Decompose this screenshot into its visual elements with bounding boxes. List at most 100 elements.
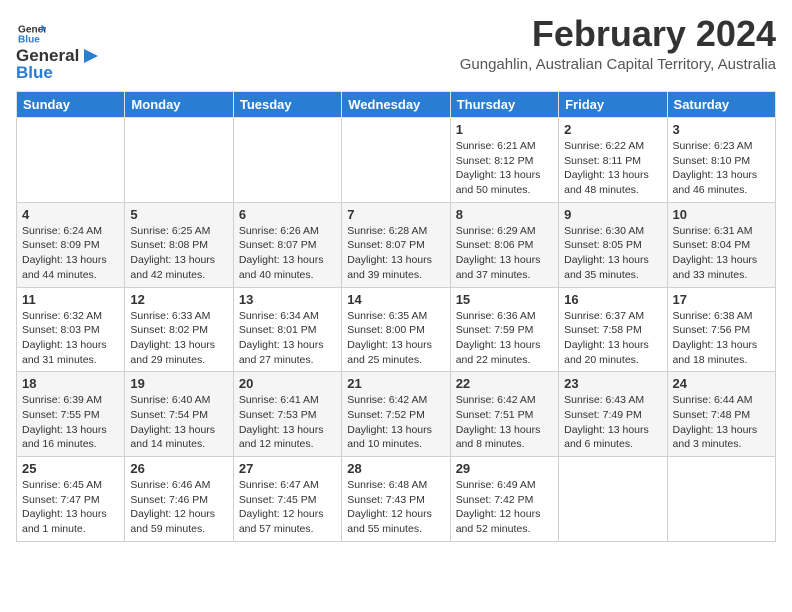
calendar-cell: 27 Sunrise: 6:47 AMSunset: 7:45 PMDayligh…	[233, 457, 341, 542]
day-info: Sunrise: 6:29 AMSunset: 8:06 PMDaylight:…	[456, 224, 553, 283]
day-info: Sunrise: 6:44 AMSunset: 7:48 PMDaylight:…	[673, 393, 770, 452]
day-number: 19	[130, 376, 227, 391]
calendar-cell: 11 Sunrise: 6:32 AMSunset: 8:03 PMDayligh…	[17, 287, 125, 372]
day-info: Sunrise: 6:38 AMSunset: 7:56 PMDaylight:…	[673, 309, 770, 368]
weekday-header-monday: Monday	[125, 92, 233, 118]
calendar-cell: 24 Sunrise: 6:44 AMSunset: 7:48 PMDayligh…	[667, 372, 775, 457]
calendar-cell: 29 Sunrise: 6:49 AMSunset: 7:42 PMDayligh…	[450, 457, 558, 542]
day-number: 28	[347, 461, 444, 476]
day-info: Sunrise: 6:41 AMSunset: 7:53 PMDaylight:…	[239, 393, 336, 452]
calendar-cell: 20Sunrise: 6:41 AMSunset: 7:53 PMDayligh…	[233, 372, 341, 457]
calendar-table: SundayMondayTuesdayWednesdayThursdayFrid…	[16, 91, 776, 542]
day-number: 14	[347, 292, 444, 307]
calendar-week-3: 11 Sunrise: 6:32 AMSunset: 8:03 PMDayligh…	[17, 287, 776, 372]
calendar-week-5: 25 Sunrise: 6:45 AMSunset: 7:47 PMDayligh…	[17, 457, 776, 542]
day-info: Sunrise: 6:23 AMSunset: 8:10 PMDaylight:…	[673, 139, 770, 198]
day-info: Sunrise: 6:31 AMSunset: 8:04 PMDaylight:…	[673, 224, 770, 283]
calendar-cell: 28 Sunrise: 6:48 AMSunset: 7:43 PMDayligh…	[342, 457, 450, 542]
day-info: Sunrise: 6:49 AMSunset: 7:42 PMDaylight:…	[456, 478, 553, 537]
day-info: Sunrise: 6:42 AMSunset: 7:51 PMDaylight:…	[456, 393, 553, 452]
day-info: Sunrise: 6:24 AMSunset: 8:09 PMDaylight:…	[22, 224, 119, 283]
day-number: 6	[239, 207, 336, 222]
calendar-week-1: 1Sunrise: 6:21 AMSunset: 8:12 PMDaylight…	[17, 118, 776, 203]
calendar-cell: 1Sunrise: 6:21 AMSunset: 8:12 PMDaylight…	[450, 118, 558, 203]
calendar-cell: 4 Sunrise: 6:24 AMSunset: 8:09 PMDaylight…	[17, 202, 125, 287]
day-number: 11	[22, 292, 119, 307]
calendar-cell: 2Sunrise: 6:22 AMSunset: 8:11 PMDaylight…	[559, 118, 667, 203]
day-info: Sunrise: 6:22 AMSunset: 8:11 PMDaylight:…	[564, 139, 661, 198]
day-info: Sunrise: 6:37 AMSunset: 7:58 PMDaylight:…	[564, 309, 661, 368]
month-title: February 2024	[460, 16, 776, 52]
day-number: 10	[673, 207, 770, 222]
location-subtitle: Gungahlin, Australian Capital Territory,…	[460, 56, 776, 73]
weekday-header-thursday: Thursday	[450, 92, 558, 118]
day-number: 13	[239, 292, 336, 307]
day-info: Sunrise: 6:25 AMSunset: 8:08 PMDaylight:…	[130, 224, 227, 283]
day-info: Sunrise: 6:32 AMSunset: 8:03 PMDaylight:…	[22, 309, 119, 368]
weekday-header-wednesday: Wednesday	[342, 92, 450, 118]
calendar-cell: 12 Sunrise: 6:33 AMSunset: 8:02 PMDayligh…	[125, 287, 233, 372]
day-number: 5	[130, 207, 227, 222]
day-number: 17	[673, 292, 770, 307]
calendar-cell: 7 Sunrise: 6:28 AMSunset: 8:07 PMDaylight…	[342, 202, 450, 287]
calendar-cell: 9Sunrise: 6:30 AMSunset: 8:05 PMDaylight…	[559, 202, 667, 287]
day-info: Sunrise: 6:46 AMSunset: 7:46 PMDaylight:…	[130, 478, 227, 537]
calendar-cell: 5 Sunrise: 6:25 AMSunset: 8:08 PMDaylight…	[125, 202, 233, 287]
calendar-body: 1Sunrise: 6:21 AMSunset: 8:12 PMDaylight…	[17, 118, 776, 542]
calendar-cell: 19 Sunrise: 6:40 AMSunset: 7:54 PMDayligh…	[125, 372, 233, 457]
calendar-cell: 3Sunrise: 6:23 AMSunset: 8:10 PMDaylight…	[667, 118, 775, 203]
day-number: 12	[130, 292, 227, 307]
calendar-week-4: 18Sunrise: 6:39 AMSunset: 7:55 PMDayligh…	[17, 372, 776, 457]
day-info: Sunrise: 6:36 AMSunset: 7:59 PMDaylight:…	[456, 309, 553, 368]
logo-icon: General Blue	[18, 20, 46, 48]
day-number: 7	[347, 207, 444, 222]
day-number: 27	[239, 461, 336, 476]
calendar-cell: 6 Sunrise: 6:26 AMSunset: 8:07 PMDaylight…	[233, 202, 341, 287]
logo: General Blue General Blue	[16, 20, 102, 83]
calendar-cell	[667, 457, 775, 542]
weekday-header-sunday: Sunday	[17, 92, 125, 118]
calendar-week-2: 4 Sunrise: 6:24 AMSunset: 8:09 PMDaylight…	[17, 202, 776, 287]
day-number: 25	[22, 461, 119, 476]
day-number: 22	[456, 376, 553, 391]
day-info: Sunrise: 6:48 AMSunset: 7:43 PMDaylight:…	[347, 478, 444, 537]
day-number: 9	[564, 207, 661, 222]
calendar-cell: 17 Sunrise: 6:38 AMSunset: 7:56 PMDayligh…	[667, 287, 775, 372]
svg-text:Blue: Blue	[18, 34, 40, 45]
weekday-row: SundayMondayTuesdayWednesdayThursdayFrid…	[17, 92, 776, 118]
day-number: 24	[673, 376, 770, 391]
calendar-cell: 26 Sunrise: 6:46 AMSunset: 7:46 PMDayligh…	[125, 457, 233, 542]
day-number: 26	[130, 461, 227, 476]
day-number: 29	[456, 461, 553, 476]
day-info: Sunrise: 6:47 AMSunset: 7:45 PMDaylight:…	[239, 478, 336, 537]
calendar-cell: 8 Sunrise: 6:29 AMSunset: 8:06 PMDaylight…	[450, 202, 558, 287]
calendar-cell: 21Sunrise: 6:42 AMSunset: 7:52 PMDayligh…	[342, 372, 450, 457]
weekday-header-friday: Friday	[559, 92, 667, 118]
day-info: Sunrise: 6:45 AMSunset: 7:47 PMDaylight:…	[22, 478, 119, 537]
day-info: Sunrise: 6:34 AMSunset: 8:01 PMDaylight:…	[239, 309, 336, 368]
calendar-cell: 13 Sunrise: 6:34 AMSunset: 8:01 PMDayligh…	[233, 287, 341, 372]
weekday-header-saturday: Saturday	[667, 92, 775, 118]
calendar-cell	[342, 118, 450, 203]
day-number: 21	[347, 376, 444, 391]
calendar-cell	[559, 457, 667, 542]
weekday-header-tuesday: Tuesday	[233, 92, 341, 118]
day-number: 23	[564, 376, 661, 391]
calendar-cell	[17, 118, 125, 203]
day-number: 8	[456, 207, 553, 222]
calendar-cell: 22 Sunrise: 6:42 AMSunset: 7:51 PMDayligh…	[450, 372, 558, 457]
day-info: Sunrise: 6:33 AMSunset: 8:02 PMDaylight:…	[130, 309, 227, 368]
calendar-cell	[125, 118, 233, 203]
day-info: Sunrise: 6:26 AMSunset: 8:07 PMDaylight:…	[239, 224, 336, 283]
day-number: 4	[22, 207, 119, 222]
calendar-cell: 18Sunrise: 6:39 AMSunset: 7:55 PMDayligh…	[17, 372, 125, 457]
day-info: Sunrise: 6:35 AMSunset: 8:00 PMDaylight:…	[347, 309, 444, 368]
day-info: Sunrise: 6:43 AMSunset: 7:49 PMDaylight:…	[564, 393, 661, 452]
calendar-cell: 10 Sunrise: 6:31 AMSunset: 8:04 PMDayligh…	[667, 202, 775, 287]
day-info: Sunrise: 6:40 AMSunset: 7:54 PMDaylight:…	[130, 393, 227, 452]
day-info: Sunrise: 6:28 AMSunset: 8:07 PMDaylight:…	[347, 224, 444, 283]
title-section: February 2024 Gungahlin, Australian Capi…	[460, 16, 776, 73]
day-number: 1	[456, 122, 553, 137]
calendar-cell: 15Sunrise: 6:36 AMSunset: 7:59 PMDayligh…	[450, 287, 558, 372]
logo-arrow-icon	[80, 45, 102, 67]
